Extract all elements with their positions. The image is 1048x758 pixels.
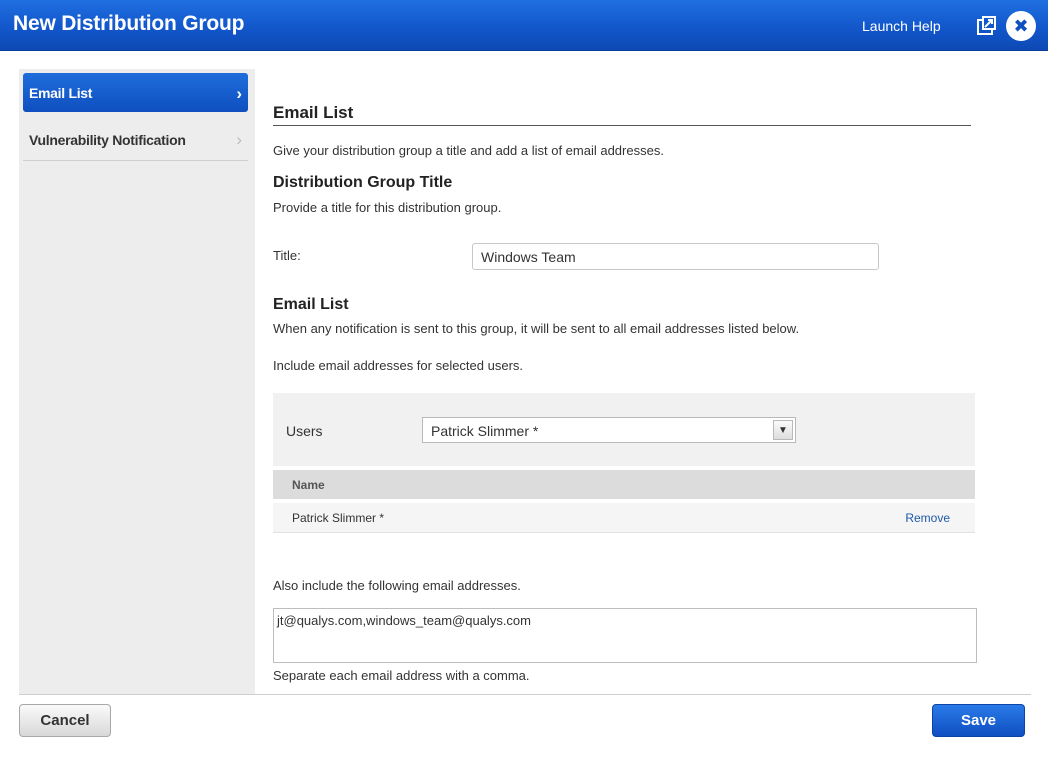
section-title: Email List: [273, 103, 354, 122]
title-input[interactable]: [472, 243, 879, 270]
extra-emails-textarea[interactable]: jt@qualys.com,windows_team@qualys.com: [273, 608, 977, 663]
sidebar-item-vulnerability-notification[interactable]: Vulnerability Notification ›: [23, 119, 248, 161]
dialog-header: New Distribution Group Launch Help ✖: [0, 0, 1048, 51]
chevron-right-icon: ›: [236, 84, 242, 103]
sidebar-item-email-list[interactable]: Email List ›: [23, 73, 248, 112]
group-title-heading: Distribution Group Title: [273, 174, 453, 191]
remove-link[interactable]: Remove: [905, 511, 950, 525]
section-description: Give your distribution group a title and…: [273, 143, 664, 158]
also-include-text: Also include the following email address…: [273, 578, 521, 593]
user-name: Patrick Slimmer *: [292, 511, 385, 525]
section-divider: [273, 125, 971, 126]
users-table-header: Name: [273, 470, 975, 499]
column-header-name: Name: [292, 478, 325, 492]
include-users-text: Include email addresses for selected use…: [273, 358, 524, 373]
group-title-description: Provide a title for this distribution gr…: [273, 200, 502, 215]
close-button[interactable]: ✖: [1006, 11, 1036, 41]
email-list-description: When any notification is sent to this gr…: [273, 321, 800, 336]
title-field-label: Title:: [273, 248, 301, 263]
users-label: Users: [286, 423, 323, 439]
popout-icon[interactable]: [975, 15, 997, 37]
footer-divider: [19, 694, 1031, 695]
launch-help-link[interactable]: Launch Help: [862, 18, 941, 34]
dialog-title: New Distribution Group: [13, 12, 245, 35]
users-select[interactable]: Patrick Slimmer * ▼: [422, 417, 796, 443]
cancel-button[interactable]: Cancel: [19, 704, 111, 737]
chevron-right-icon: ›: [236, 130, 242, 149]
users-select-value: Patrick Slimmer *: [431, 423, 539, 439]
sidebar-item-label: Email List: [29, 85, 93, 101]
chevron-down-icon[interactable]: ▼: [773, 420, 793, 440]
table-row: Patrick Slimmer * Remove: [273, 503, 975, 533]
close-icon: ✖: [1013, 16, 1029, 36]
separator-hint: Separate each email address with a comma…: [273, 668, 530, 683]
email-list-heading: Email List: [273, 296, 349, 313]
sidebar-item-label: Vulnerability Notification: [29, 132, 186, 148]
save-button[interactable]: Save: [932, 704, 1025, 737]
sidebar-nav: Email List › Vulnerability Notification …: [19, 69, 255, 694]
